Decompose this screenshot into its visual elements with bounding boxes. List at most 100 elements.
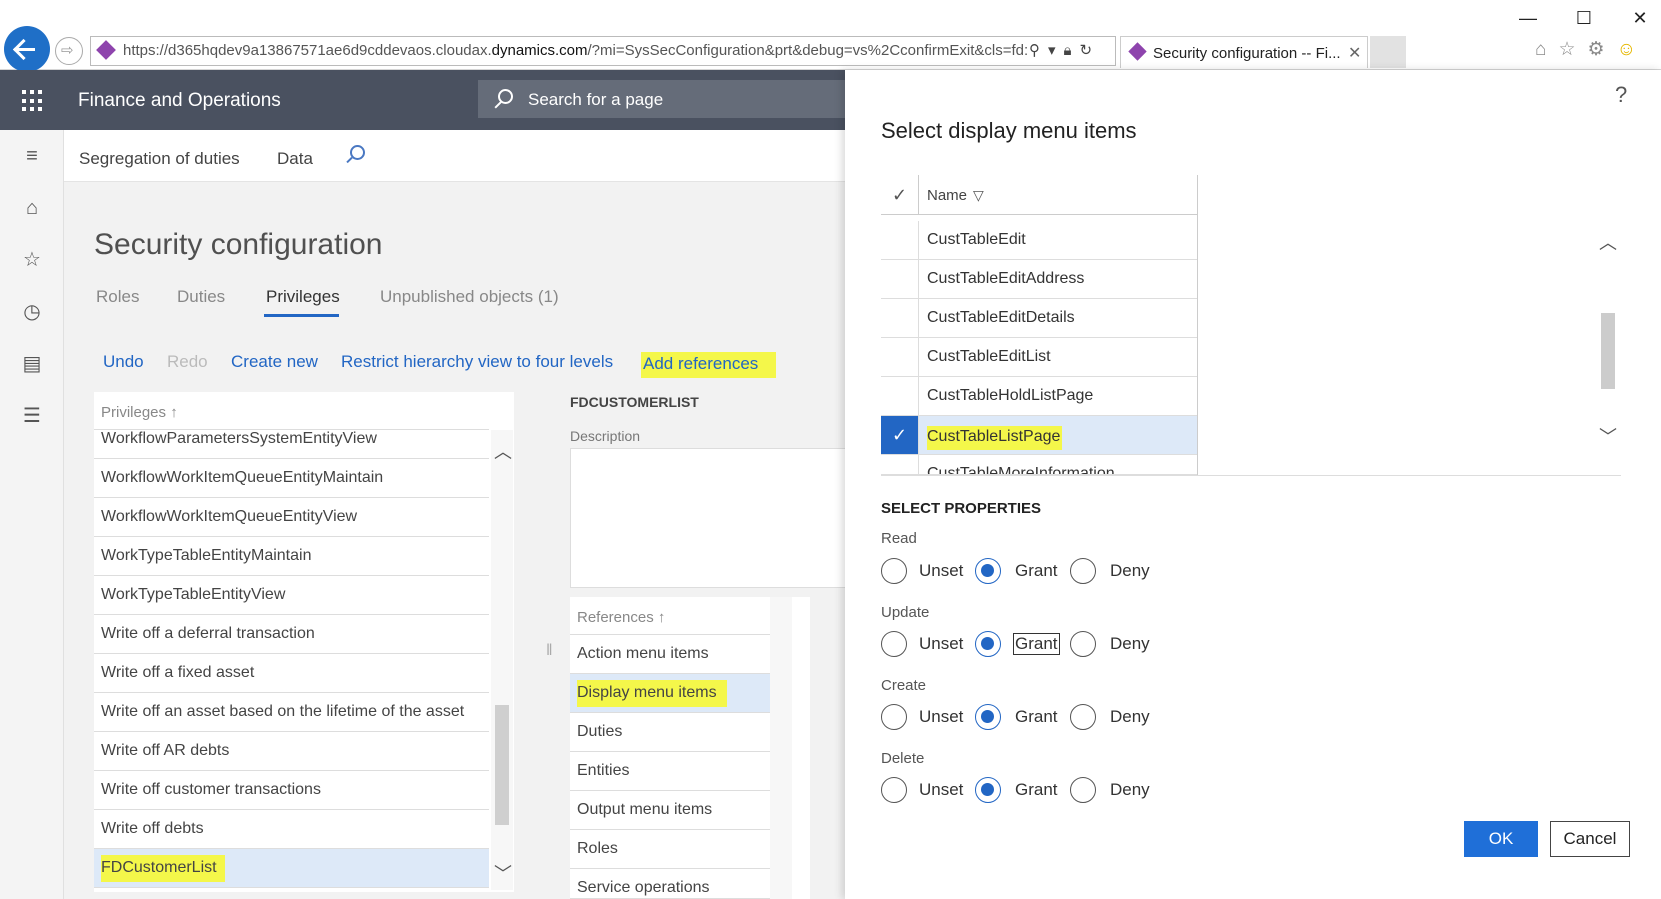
tab-roles[interactable]: Roles [96,287,139,307]
read-label: Read [881,530,917,547]
list-item[interactable]: Entities [570,752,770,791]
list-item[interactable]: Roles [570,830,770,869]
references-scrollbar[interactable] [770,597,792,899]
table-row-selected[interactable]: ✓ CustTableListPage [881,416,1197,455]
filter-icon[interactable]: ▽ [973,187,984,204]
tab-close-icon[interactable]: ✕ [1348,43,1361,63]
select-properties-title: SELECT PROPERTIES [881,500,1042,517]
description-label: Description [570,428,641,444]
list-item[interactable]: Write off customer transactions [94,771,489,810]
search-icon[interactable] [350,145,365,160]
window-controls: — ☐ ✕ [1500,8,1661,29]
scrollbar-thumb[interactable] [1601,313,1615,389]
table-row[interactable]: CustTableMoreInformation [881,455,1197,475]
nav-segregation-of-duties[interactable]: Segregation of duties [79,149,240,169]
address-bar-icons[interactable]: ⚲▾🔒︎↻ [1029,41,1100,59]
star-icon[interactable]: ☆ [20,248,44,272]
list-item[interactable]: Write off debts [94,810,489,849]
help-icon[interactable]: ? [1615,82,1627,108]
table-row[interactable]: CustTableEditDetails [881,299,1197,338]
list-item[interactable]: Duties [570,713,770,752]
update-grant-radio[interactable] [975,631,1001,657]
minimize-icon[interactable]: — [1500,8,1556,29]
list-item[interactable]: WorkflowWorkItemQueueEntityView [94,498,489,537]
update-deny-radio[interactable] [1070,631,1096,657]
list-item[interactable]: WorkTypeTableEntityMaintain [94,537,489,576]
new-tab-button[interactable] [1370,36,1406,68]
grid-header-name[interactable]: Name [927,187,967,204]
create-deny-radio[interactable] [1070,704,1096,730]
references-header[interactable]: References ↑ [570,597,770,635]
list-item-selected[interactable]: Display menu items [570,674,770,713]
list-icon[interactable]: ☰ [20,404,44,428]
home-icon[interactable]: ⌂ [20,196,44,220]
list-item[interactable]: Write off a deferral transaction [94,615,489,654]
back-arrow-icon[interactable] [4,26,50,72]
maximize-icon[interactable]: ☐ [1556,8,1612,29]
workspace-icon[interactable]: ▤ [20,352,44,376]
tab-unpublished-objects[interactable]: Unpublished objects (1) [380,287,559,307]
checkmark-icon[interactable]: ✓ [881,175,919,215]
list-item[interactable]: Service operations [570,869,770,899]
grid-scrollbar[interactable]: ︿ ﹀ [1597,223,1619,473]
read-grant-radio[interactable] [975,558,1001,584]
tab-privileges[interactable]: Privileges [266,287,340,307]
search-placeholder: Search for a page [528,90,664,109]
chevron-down-icon: ﹀ [494,864,512,884]
table-row[interactable]: CustTableEditList [881,338,1197,377]
scrollbar-thumb[interactable] [495,705,509,825]
list-item[interactable]: Write off a fixed asset [94,654,489,693]
clock-icon[interactable]: ◷ [20,300,44,324]
app-header: Finance and Operations Search for a page [0,70,845,130]
hamburger-icon[interactable]: ≡ [20,144,44,168]
left-navigation: ≡ ⌂ ☆ ◷ ▤ ☰ [0,130,64,899]
read-unset-radio[interactable] [881,558,907,584]
cancel-button[interactable]: Cancel [1550,821,1630,857]
delete-deny-radio[interactable] [1070,777,1096,803]
redo-button[interactable]: Redo [167,352,208,372]
star-icon[interactable]: ☆ [1558,39,1575,60]
delete-grant-radio[interactable] [975,777,1001,803]
search-input[interactable]: Search for a page [478,80,845,118]
url-text: https://d365hqdev9a13867571ae6d9cddevaos… [123,42,1029,59]
table-row[interactable]: CustTableEdit [881,221,1197,260]
smiley-icon[interactable]: ☺ [1617,39,1636,60]
tab-duties[interactable]: Duties [177,287,225,307]
list-item[interactable]: WorkflowWorkItemQueueEntityMaintain [94,459,489,498]
ok-button[interactable]: OK [1464,821,1538,857]
undo-button[interactable]: Undo [103,352,144,372]
list-item[interactable]: WorkflowParametersSystemEntityView [94,420,489,459]
gear-icon[interactable]: ⚙ [1588,39,1605,60]
forward-arrow-icon[interactable] [55,37,83,65]
add-references-button[interactable]: Add references [641,352,777,378]
create-new-button[interactable]: Create new [231,352,318,372]
create-grant-radio[interactable] [975,704,1001,730]
description-field[interactable] [570,448,845,588]
checkmark-icon: ✓ [881,416,919,454]
table-row[interactable]: CustTableHoldListPage [881,377,1197,416]
restrict-hierarchy-button[interactable]: Restrict hierarchy view to four levels [341,352,613,372]
list-item[interactable]: Write off an asset based on the lifetime… [94,693,489,732]
home-icon[interactable]: ⌂ [1535,39,1546,60]
list-item[interactable]: WorkTypeTableEntityView [94,576,489,615]
privileges-list: Privileges ↑ WorkflowParametersSystemEnt… [94,392,514,892]
list-item-selected[interactable]: FDCustomerList [94,849,489,888]
nav-data[interactable]: Data [277,149,313,169]
list-item[interactable]: Action menu items [570,635,770,674]
privileges-scrollbar[interactable]: ︿ ﹀ [491,430,513,890]
dropdown-icon: ▾ [1048,42,1064,59]
delete-unset-radio[interactable] [881,777,907,803]
splitter-handle[interactable]: ‖ [546,642,553,660]
app-launcher-icon[interactable] [22,90,44,112]
list-item[interactable]: Write off AR debts [94,732,489,771]
list-item[interactable]: Output menu items [570,791,770,830]
table-row[interactable]: CustTableEditAddress [881,260,1197,299]
create-unset-radio[interactable] [881,704,907,730]
update-unset-radio[interactable] [881,631,907,657]
update-label: Update [881,604,930,621]
address-bar[interactable]: https://d365hqdev9a13867571ae6d9cddevaos… [90,36,1116,66]
read-deny-radio[interactable] [1070,558,1096,584]
browser-tab[interactable]: Security configuration -- Fi... ✕ [1120,36,1368,68]
close-icon[interactable]: ✕ [1612,8,1661,29]
chevron-down-icon: ﹀ [1599,427,1617,447]
